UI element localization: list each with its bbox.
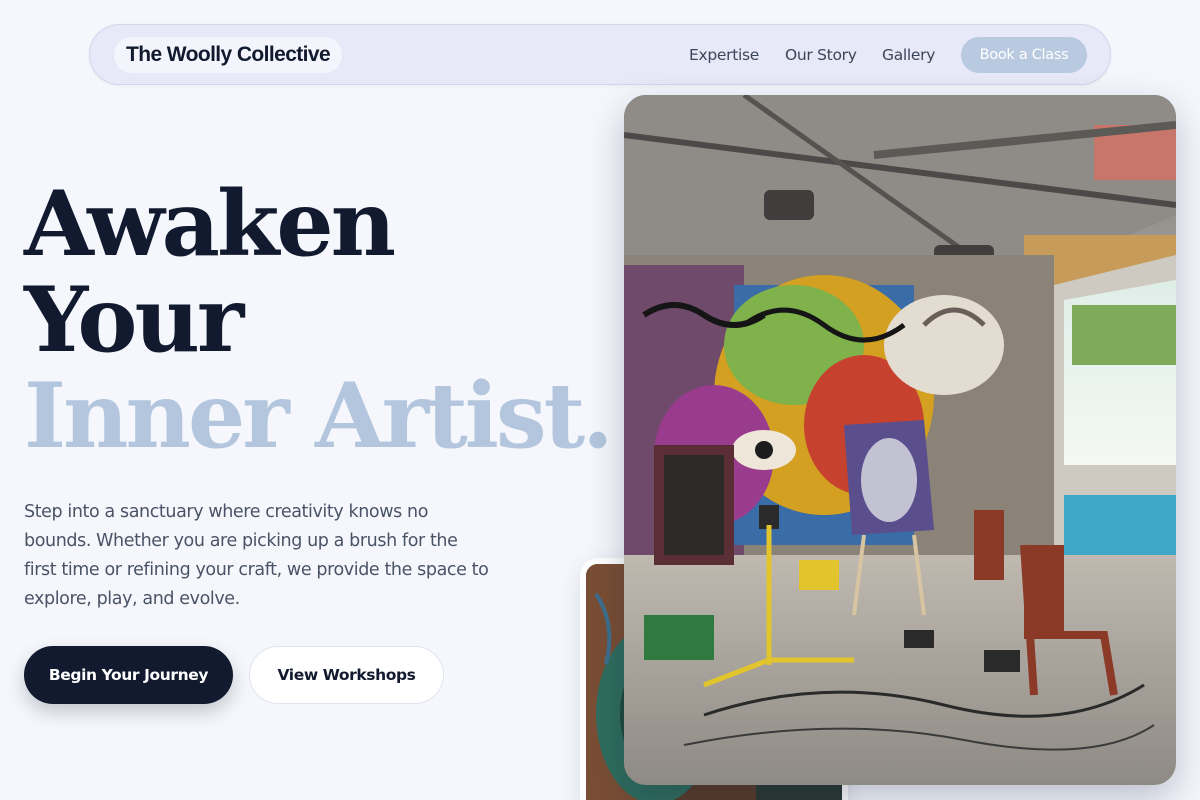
studio-illustration	[624, 95, 1176, 785]
nav-link-our-story[interactable]: Our Story	[785, 45, 857, 65]
top-nav: The Woolly Collective Expertise Our Stor…	[89, 24, 1111, 85]
hero-headline: Awaken Your Inner Artist.	[24, 171, 614, 469]
view-workshops-button[interactable]: View Workshops	[249, 646, 444, 704]
landing-page: The Woolly Collective Expertise Our Stor…	[0, 0, 1200, 800]
brand-logo[interactable]: The Woolly Collective	[114, 37, 343, 73]
headline-line-2: Your	[24, 267, 244, 373]
book-class-button[interactable]: Book a Class	[961, 37, 1087, 73]
headline-line-1: Awaken	[24, 171, 396, 277]
headline-line-3: Inner Artist.	[24, 363, 614, 469]
hero-intro: Step into a sanctuary where creativity k…	[24, 502, 489, 609]
studio-photo	[624, 95, 1176, 785]
nav-link-expertise[interactable]: Expertise	[689, 45, 759, 65]
nav-link-gallery[interactable]: Gallery	[882, 45, 935, 65]
begin-journey-button[interactable]: Begin Your Journey	[24, 646, 233, 704]
